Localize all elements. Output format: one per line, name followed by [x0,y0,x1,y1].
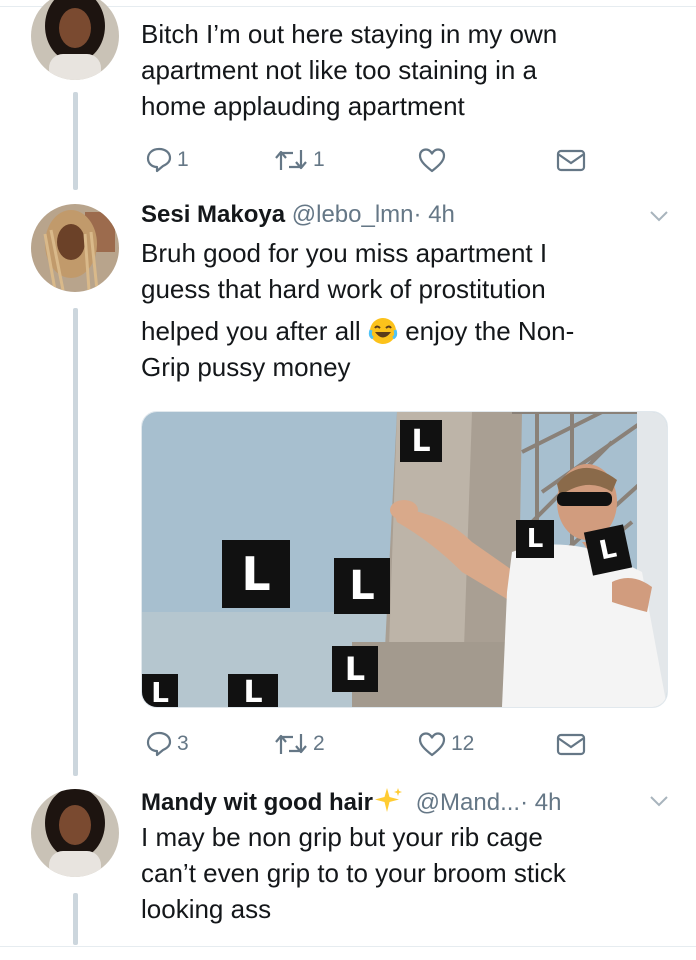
reply-icon [145,146,173,174]
retweet-count: 1 [313,148,325,171]
tweet-actions: 3 2 12 [141,728,591,760]
image-letter: L [222,540,290,608]
avatar[interactable] [31,204,119,292]
dm-button[interactable] [555,728,587,760]
thread-line [73,893,78,945]
retweet-button[interactable]: 1 [273,144,325,176]
bottom-divider [0,946,696,947]
thread-line [73,308,78,776]
reply-count: 1 [177,148,189,171]
retweet-button[interactable]: 2 [273,728,325,760]
like-count: 12 [451,732,475,755]
image-letter: L [228,674,278,707]
image-letter: L [334,558,390,614]
avatar[interactable] [31,0,119,80]
tweet-text: Bitch I’m out here staying in my own apa… [141,19,558,121]
tweet-text: Bruh good for you miss apartment I guess… [141,238,575,382]
sparkles-emoji [375,786,403,821]
like-icon [417,146,447,174]
chevron-down-icon[interactable] [648,790,670,812]
image-letter: L [332,646,378,692]
display-name[interactable]: Mandy wit good hair [141,789,373,816]
like-button[interactable] [417,144,451,176]
tweet-image[interactable]: L L L L L L L L [141,411,668,708]
like-button[interactable]: 12 [417,728,474,760]
tweet-header: Mandy wit good hair @Mand...· 4h [141,786,561,821]
reply-button[interactable]: 3 [145,728,189,760]
reply-count: 3 [177,732,189,755]
avatar[interactable] [31,789,119,877]
thread-line [73,92,78,190]
image-letter: L [400,420,442,462]
retweet-count: 2 [313,732,325,755]
reply-button[interactable]: 1 [145,144,189,176]
tweet-text: I may be non grip but your rib cage can’… [141,822,566,924]
timestamp[interactable]: · 4h [414,201,455,228]
image-letter: L [142,674,178,707]
retweet-icon [273,730,309,758]
dm-button[interactable] [555,144,587,176]
tweet-actions: 1 1 [141,144,591,176]
like-icon [417,730,447,758]
retweet-icon [273,146,309,174]
chevron-down-icon[interactable] [648,205,670,227]
dm-icon [555,730,587,758]
display-name[interactable]: Sesi Makoya [141,201,285,228]
handle[interactable]: @lebo_lmn [292,201,414,228]
dm-icon [555,146,587,174]
tweet-header: Sesi Makoya @lebo_lmn· 4h [141,201,455,229]
laughing-emoji [368,316,398,346]
image-letter: L [516,520,554,558]
reply-icon [145,730,173,758]
handle[interactable]: @Mand... [416,789,520,816]
timestamp[interactable]: · 4h [520,789,561,816]
